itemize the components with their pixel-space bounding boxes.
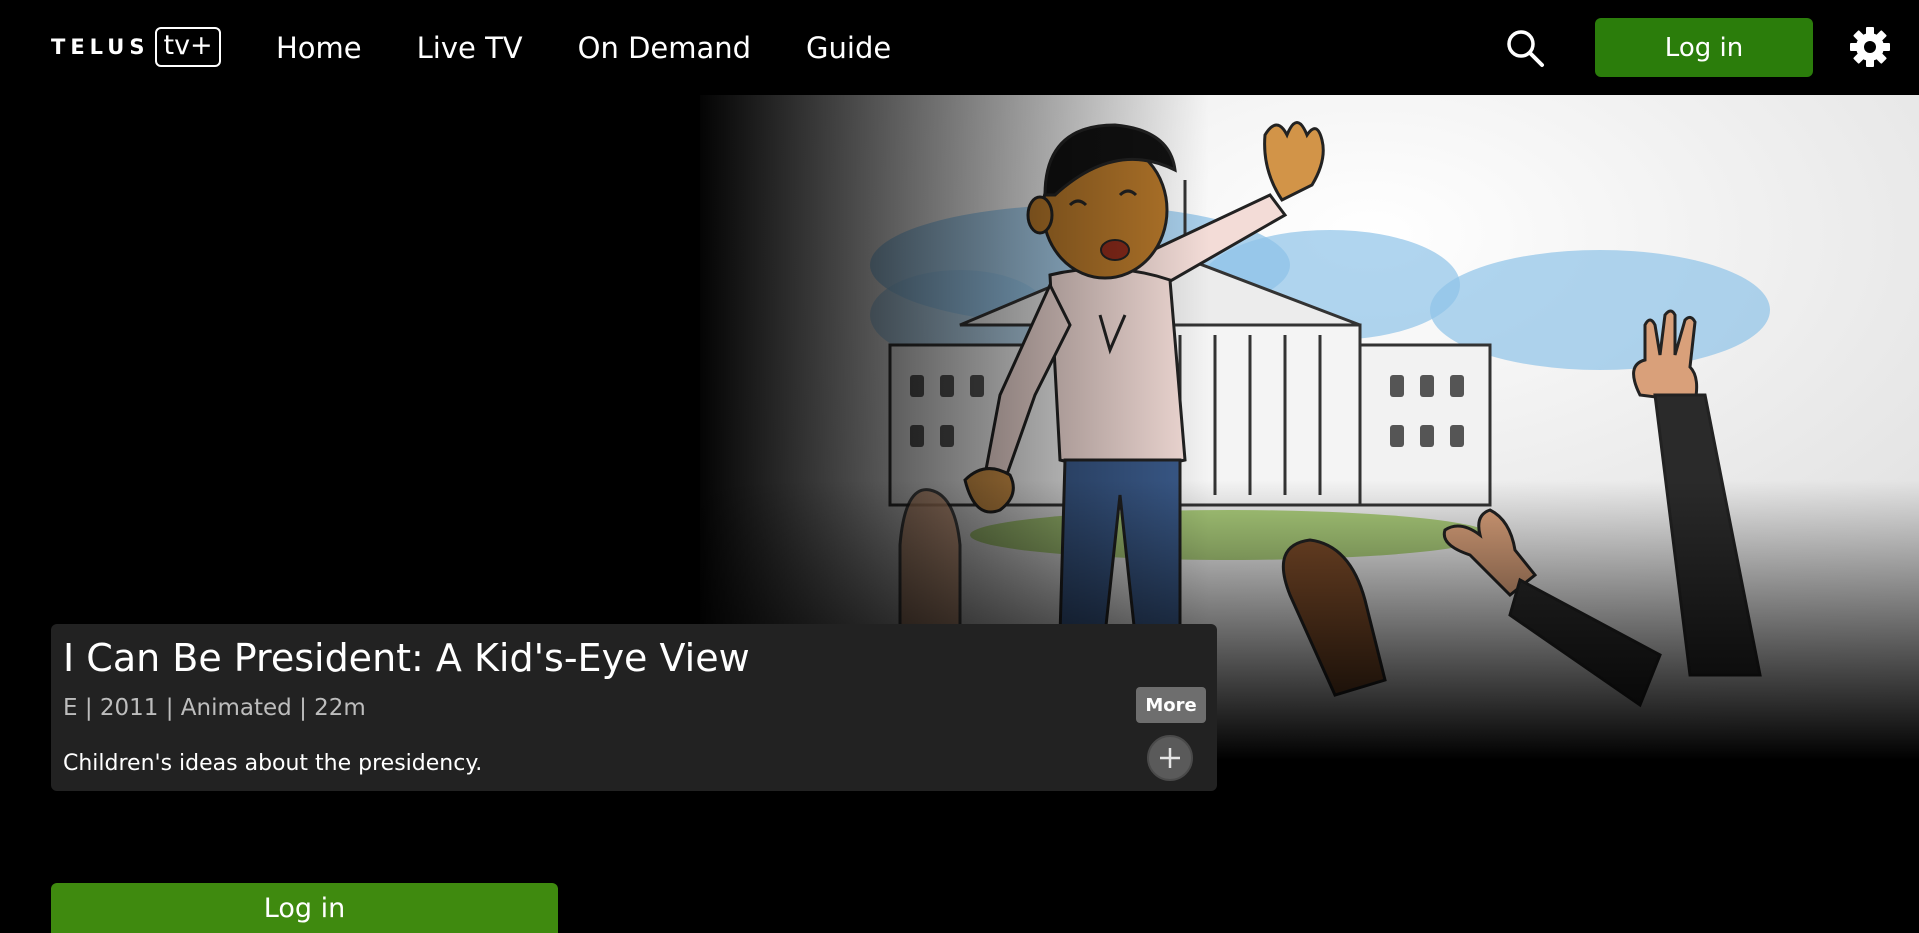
settings-button[interactable] [1848,25,1892,69]
add-to-list-button[interactable] [1147,735,1193,781]
gear-icon [1850,27,1890,67]
feature-title: I Can Be President: A Kid's-Eye View [63,636,750,680]
feature-description: Children's ideas about the presidency. [63,751,483,776]
nav-item-home[interactable]: Home [276,28,362,68]
search-button[interactable] [1504,27,1546,69]
header-login-button[interactable]: Log in [1595,18,1813,77]
telus-tv-logo[interactable]: TELUS tv+ [51,26,221,68]
top-bar: TELUS tv+ Home Live TV On Demand Guide L… [0,0,1919,95]
logo-product: tv+ [155,27,221,67]
nav-item-live-tv[interactable]: Live TV [417,28,523,68]
main-nav: Home Live TV On Demand Guide [276,28,946,68]
nav-item-on-demand[interactable]: On Demand [578,28,751,68]
main-login-button[interactable]: Log in [51,883,558,933]
nav-item-guide[interactable]: Guide [806,28,891,68]
feature-meta: E | 2011 | Animated | 22m [63,695,366,721]
feature-info-card[interactable]: I Can Be President: A Kid's-Eye View E |… [51,624,1217,791]
more-button[interactable]: More [1136,687,1206,723]
plus-icon [1160,748,1180,768]
search-icon [1507,30,1544,67]
logo-wordmark: TELUS [51,35,150,59]
page: TELUS tv+ Home Live TV On Demand Guide L… [0,0,1919,933]
